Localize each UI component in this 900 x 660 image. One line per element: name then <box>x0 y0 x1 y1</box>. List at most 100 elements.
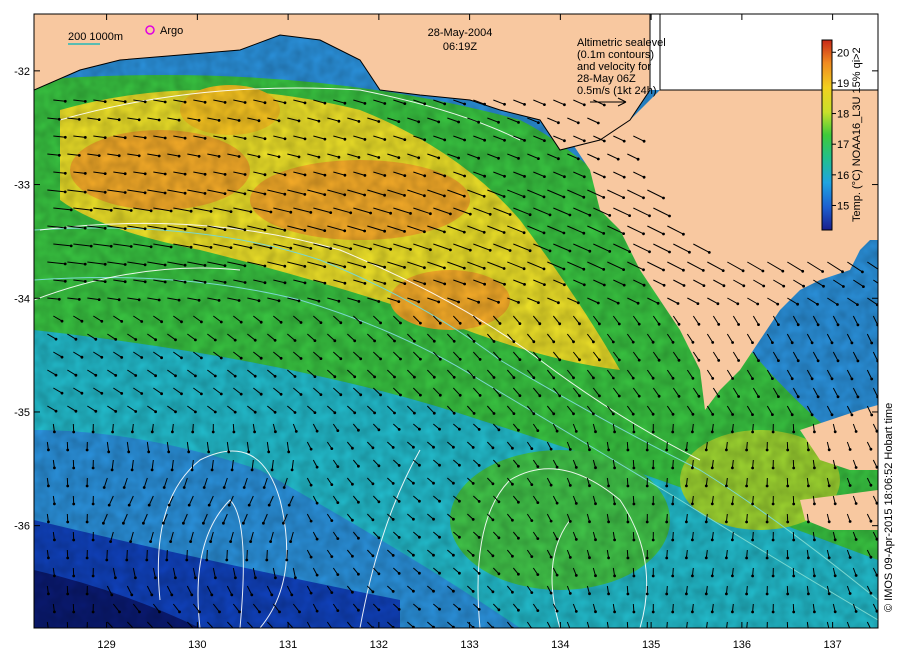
velocity-arrow-head <box>452 411 456 415</box>
velocity-arrow-head <box>149 540 153 543</box>
velocity-arrow-head <box>163 191 167 195</box>
velocity-arrow-head <box>651 340 655 344</box>
velocity-arrow-head <box>452 445 455 449</box>
velocity-arrow-head <box>223 173 227 176</box>
velocity-arrow-head <box>223 137 227 140</box>
velocity-arrow-head <box>631 340 635 344</box>
velocity-arrow-head <box>731 466 734 470</box>
velocity-arrow-head <box>249 210 253 214</box>
velocity-arrow-head <box>517 428 520 432</box>
velocity-arrow-head <box>432 517 435 521</box>
velocity-arrow-head <box>582 103 586 107</box>
velocity-arrow-head <box>337 299 341 303</box>
velocity-arrow-head <box>202 486 206 489</box>
velocity-arrow-head <box>423 194 426 198</box>
velocity-arrow-head <box>409 248 412 251</box>
velocity-arrow-head <box>267 450 271 454</box>
velocity-arrow-head <box>336 429 340 432</box>
velocity-arrow-head <box>594 574 597 578</box>
velocity-arrow-head <box>262 486 266 489</box>
velocity-arrow-head <box>549 591 553 595</box>
velocity-arrow-head <box>403 230 406 233</box>
velocity-arrow-head <box>397 572 401 575</box>
velocity-arrow-head <box>721 269 725 272</box>
velocity-arrow-head <box>247 503 251 507</box>
velocity-arrow-head <box>200 392 203 396</box>
velocity-arrow-head <box>219 356 223 360</box>
velocity-arrow-head <box>645 556 649 560</box>
velocity-arrow-head <box>632 538 636 542</box>
x-tick-label: 129 <box>97 639 115 651</box>
velocity-arrow-head <box>83 226 87 230</box>
velocity-arrow-head <box>63 262 67 266</box>
velocity-arrow-head <box>274 430 277 434</box>
velocity-arrow-head <box>574 538 578 541</box>
velocity-arrow-head <box>209 540 213 543</box>
velocity-arrow-head <box>283 281 287 285</box>
velocity-arrow-head <box>309 591 313 595</box>
velocity-arrow-head <box>568 448 572 451</box>
velocity-arrow-head <box>333 375 337 379</box>
velocity-arrow-head <box>432 339 436 343</box>
velocity-arrow-head <box>807 629 810 632</box>
velocity-arrow-head <box>438 357 442 361</box>
velocity-arrow-head <box>198 610 201 614</box>
velocity-arrow-head <box>710 502 714 506</box>
velocity-arrow-head <box>102 486 106 489</box>
velocity-arrow-head <box>243 101 247 104</box>
velocity-arrow-head <box>134 374 138 377</box>
velocity-arrow-head <box>642 283 646 287</box>
velocity-arrow-head <box>336 573 340 576</box>
velocity-arrow-head <box>508 249 512 252</box>
velocity-arrow <box>266 549 268 561</box>
velocity-arrow-head <box>462 266 466 270</box>
velocity-arrow-head <box>257 299 261 303</box>
velocity-arrow-head <box>626 520 630 524</box>
velocity-arrow-head <box>197 298 201 302</box>
velocity-arrow-head <box>671 610 675 614</box>
velocity-arrow-head <box>532 412 536 416</box>
velocity-arrow-head <box>277 299 281 303</box>
velocity-arrow-head <box>210 468 214 472</box>
colorbar-tick-label: 18 <box>837 109 849 121</box>
velocity-arrow-head <box>841 270 844 274</box>
velocity-arrow-head <box>419 321 422 325</box>
velocity-arrow-head <box>183 100 187 104</box>
velocity-arrow-head <box>848 592 852 595</box>
velocity-arrow-head <box>397 428 401 431</box>
velocity-arrow-head <box>722 284 726 288</box>
velocity-arrow-head <box>457 120 460 124</box>
velocity-arrow-head <box>613 538 616 542</box>
velocity-arrow-head <box>250 468 254 472</box>
velocity-arrow-head <box>472 376 476 379</box>
velocity-arrow-head <box>765 592 769 596</box>
colorbar-tick-label: 19 <box>837 78 849 90</box>
velocity-arrow-head <box>203 172 207 176</box>
velocity-arrow-head <box>602 283 606 287</box>
velocity-arrow-head <box>563 103 566 107</box>
velocity-arrow-head <box>315 609 319 613</box>
velocity-arrow-head <box>511 554 514 558</box>
velocity-arrow-head <box>165 558 169 562</box>
velocity-arrow-head <box>518 358 522 361</box>
velocity-arrow-head <box>114 338 118 341</box>
velocity-arrow-head <box>265 558 269 562</box>
velocity-arrow-head <box>349 211 353 215</box>
velocity-arrow-head <box>574 610 578 613</box>
velocity-arrow-head <box>854 430 858 433</box>
velocity-arrow-head <box>731 413 734 416</box>
velocity-arrow-head <box>66 592 70 596</box>
velocity-arrow-head <box>517 572 520 576</box>
velocity-arrow-head <box>351 590 354 594</box>
velocity-arrow-head <box>154 410 158 414</box>
velocity-arrow-head <box>642 268 645 272</box>
velocity-arrow-head <box>592 340 595 344</box>
velocity-arrow-head <box>482 230 486 234</box>
velocity-arrow-head <box>363 138 367 141</box>
velocity-arrow-head <box>568 592 572 595</box>
velocity-arrow-head <box>518 322 522 325</box>
velocity-arrow-head <box>223 228 227 232</box>
velocity-arrow-head <box>594 466 597 470</box>
velocity-arrow-head <box>418 607 421 611</box>
velocity-arrow-head <box>492 340 496 343</box>
